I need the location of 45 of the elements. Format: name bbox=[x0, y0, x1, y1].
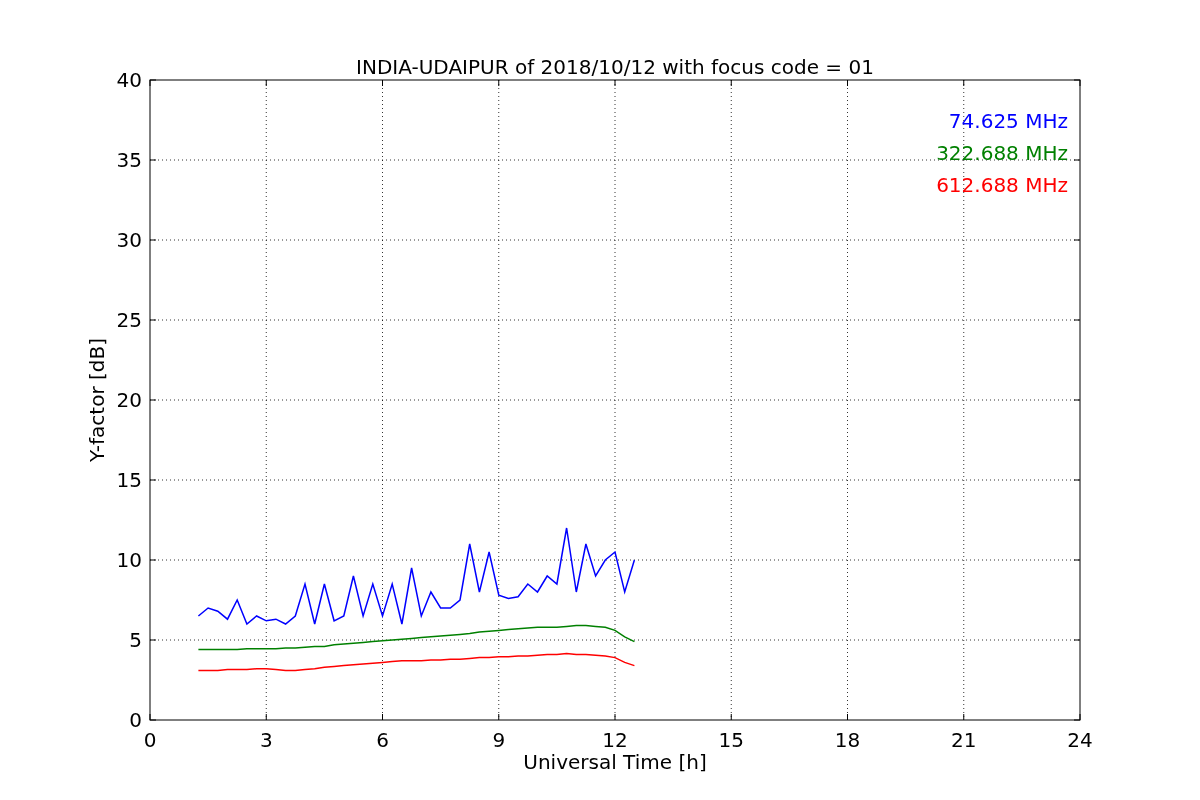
x-tick-label: 12 bbox=[602, 728, 628, 752]
tick-mark bbox=[847, 79, 848, 87]
tick-mark bbox=[149, 399, 157, 401]
x-tick-label: 9 bbox=[492, 728, 506, 752]
x-tick-label: 6 bbox=[376, 728, 389, 752]
legend-label: 74.625 MHz bbox=[948, 109, 1068, 133]
chart-title: INDIA-UDAIPUR of 2018/10/12 with focus code = 01 bbox=[356, 55, 874, 79]
tick-mark bbox=[498, 79, 500, 87]
tick-mark bbox=[1073, 399, 1081, 401]
legend-label: 612.688 MHz bbox=[936, 173, 1068, 197]
tick-mark bbox=[963, 79, 965, 87]
x-tick-label: 15 bbox=[718, 728, 744, 752]
y-tick-label: 5 bbox=[129, 628, 142, 652]
tick-mark bbox=[149, 479, 157, 481]
tick-mark bbox=[1073, 479, 1081, 481]
tick-mark bbox=[1073, 319, 1081, 321]
x-tick-label: 18 bbox=[834, 728, 861, 752]
tick-mark bbox=[730, 79, 732, 87]
tick-mark bbox=[614, 79, 616, 87]
tick-mark bbox=[382, 79, 383, 87]
y-tick-label: 20 bbox=[116, 388, 142, 412]
y-tick-label: 10 bbox=[116, 548, 142, 572]
tick-mark bbox=[1073, 559, 1081, 561]
y-tick-label: 30 bbox=[116, 228, 142, 252]
x-tick-label: 21 bbox=[951, 728, 977, 752]
x-tick-label: 24 bbox=[1067, 728, 1093, 752]
tick-mark bbox=[1073, 239, 1081, 241]
y-tick-label: 25 bbox=[116, 308, 142, 332]
tick-mark bbox=[149, 559, 157, 561]
tick-mark bbox=[265, 79, 267, 87]
x-axis-label: Universal Time [h] bbox=[523, 750, 707, 774]
y-tick-label: 0 bbox=[129, 708, 142, 732]
y-tick-label: 35 bbox=[116, 148, 142, 172]
tick-mark bbox=[149, 639, 157, 641]
tick-mark bbox=[1073, 159, 1081, 161]
tick-mark bbox=[1073, 639, 1081, 641]
x-tick-label: 0 bbox=[143, 728, 157, 752]
legend-label: 322.688 MHz bbox=[936, 141, 1068, 165]
tick-mark bbox=[149, 159, 157, 161]
x-tick-label: 3 bbox=[259, 728, 273, 752]
y-tick-label: 15 bbox=[116, 468, 142, 492]
y-tick-label: 40 bbox=[116, 68, 142, 92]
y-axis-label: Y-factor [dB] bbox=[85, 338, 109, 462]
tick-mark bbox=[149, 239, 157, 241]
tick-mark bbox=[149, 319, 157, 321]
